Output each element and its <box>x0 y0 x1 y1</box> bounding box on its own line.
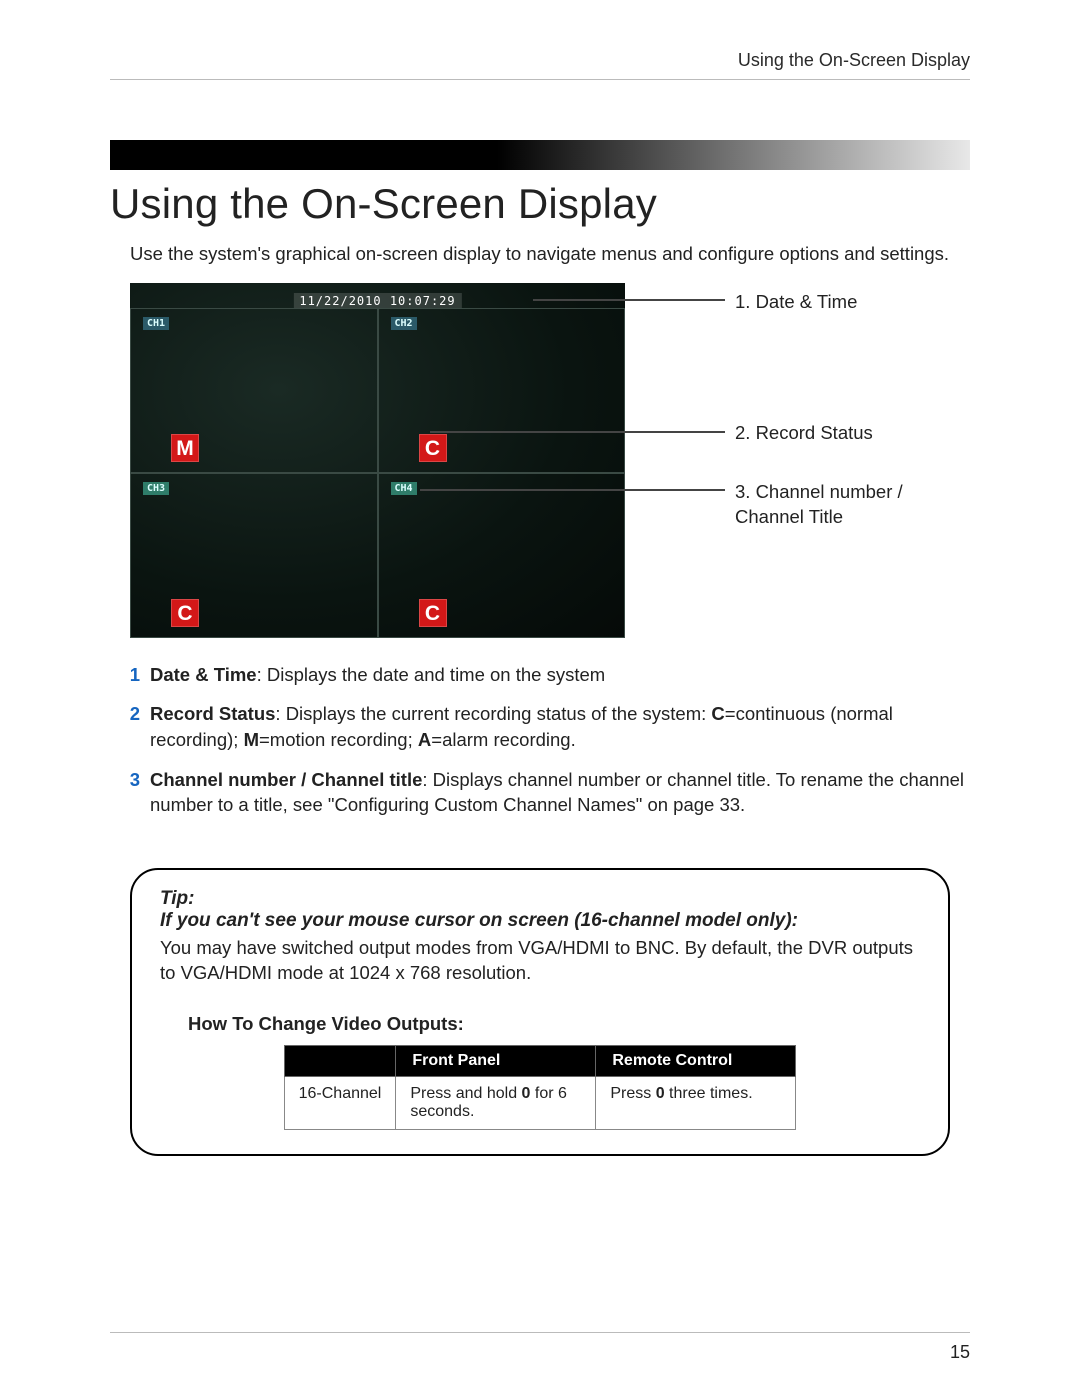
callout-text-3: 3. Channel number / Channel Title <box>735 480 945 530</box>
osd-quad-2: CH2 C <box>378 308 626 473</box>
table-cell: Press 0 three times. <box>596 1077 796 1130</box>
channel-label: CH3 <box>143 482 169 495</box>
osd-quad-1: CH1 M <box>130 308 378 473</box>
tip-box: Tip: If you can't see your mouse cursor … <box>130 868 950 1157</box>
running-head: Using the On-Screen Display <box>110 50 970 71</box>
table-header: Remote Control <box>596 1046 796 1077</box>
callout-line <box>420 489 725 491</box>
tip-title: Tip: <box>160 888 920 910</box>
list-number: 3 <box>110 767 140 818</box>
table-header <box>284 1046 396 1077</box>
table-header-row: Front Panel Remote Control <box>284 1046 796 1077</box>
list-item: 1 Date & Time: Displays the date and tim… <box>110 662 970 688</box>
callout-text-1: 1. Date & Time <box>735 290 857 315</box>
list-body: Channel number / Channel title: Displays… <box>150 767 970 818</box>
page-container: Using the On-Screen Display Using the On… <box>0 0 1080 1196</box>
list-body: Record Status: Displays the current reco… <box>150 701 970 752</box>
tip-subtitle: If you can't see your mouse cursor on sc… <box>160 910 920 932</box>
video-outputs-table: Front Panel Remote Control 16-Channel Pr… <box>284 1045 797 1130</box>
osd-quad-4: CH4 C <box>378 473 626 638</box>
callout-text-2: 2. Record Status <box>735 421 873 446</box>
list-rest: : Displays the date and time on the syst… <box>257 664 606 685</box>
section-gradient-bar <box>110 140 970 170</box>
list-bold: Record Status <box>150 703 275 724</box>
callouts-container: 1. Date & Time 2. Record Status 3. Chann… <box>625 283 970 638</box>
howto-title: How To Change Video Outputs: <box>188 1013 920 1035</box>
callout-line <box>533 299 725 301</box>
channel-label: CH1 <box>143 317 169 330</box>
list-bold: Channel number / Channel title <box>150 769 422 790</box>
tip-body: You may have switched output modes from … <box>160 936 920 986</box>
section-intro: Use the system's graphical on-screen dis… <box>130 242 970 267</box>
numbered-list: 1 Date & Time: Displays the date and tim… <box>110 662 970 818</box>
record-badge: C <box>171 599 199 627</box>
list-item: 2 Record Status: Displays the current re… <box>110 701 970 752</box>
page-number: 15 <box>950 1342 970 1363</box>
list-number: 2 <box>110 701 140 752</box>
figure-area: 11/22/2010 10:07:29 CH1 M CH2 C CH3 C CH… <box>130 283 970 638</box>
top-rule <box>110 79 970 80</box>
osd-screenshot: 11/22/2010 10:07:29 CH1 M CH2 C CH3 C CH… <box>130 283 625 638</box>
list-bold: Date & Time <box>150 664 257 685</box>
section-title: Using the On-Screen Display <box>110 180 970 228</box>
table-cell: 16-Channel <box>284 1077 396 1130</box>
channel-label: CH4 <box>391 482 417 495</box>
osd-timestamp: 11/22/2010 10:07:29 <box>293 293 461 309</box>
channel-label: CH2 <box>391 317 417 330</box>
list-body: Date & Time: Displays the date and time … <box>150 662 970 688</box>
callout-line <box>430 431 725 433</box>
table-header: Front Panel <box>396 1046 596 1077</box>
osd-quad-3: CH3 C <box>130 473 378 638</box>
table-row: 16-Channel Press and hold 0 for 6 second… <box>284 1077 796 1130</box>
list-item: 3 Channel number / Channel title: Displa… <box>110 767 970 818</box>
record-badge: M <box>171 434 199 462</box>
bottom-rule <box>110 1332 970 1333</box>
list-number: 1 <box>110 662 140 688</box>
osd-quad-grid: CH1 M CH2 C CH3 C CH4 C <box>130 308 625 638</box>
record-badge: C <box>419 434 447 462</box>
table-cell: Press and hold 0 for 6 seconds. <box>396 1077 596 1130</box>
record-badge: C <box>419 599 447 627</box>
